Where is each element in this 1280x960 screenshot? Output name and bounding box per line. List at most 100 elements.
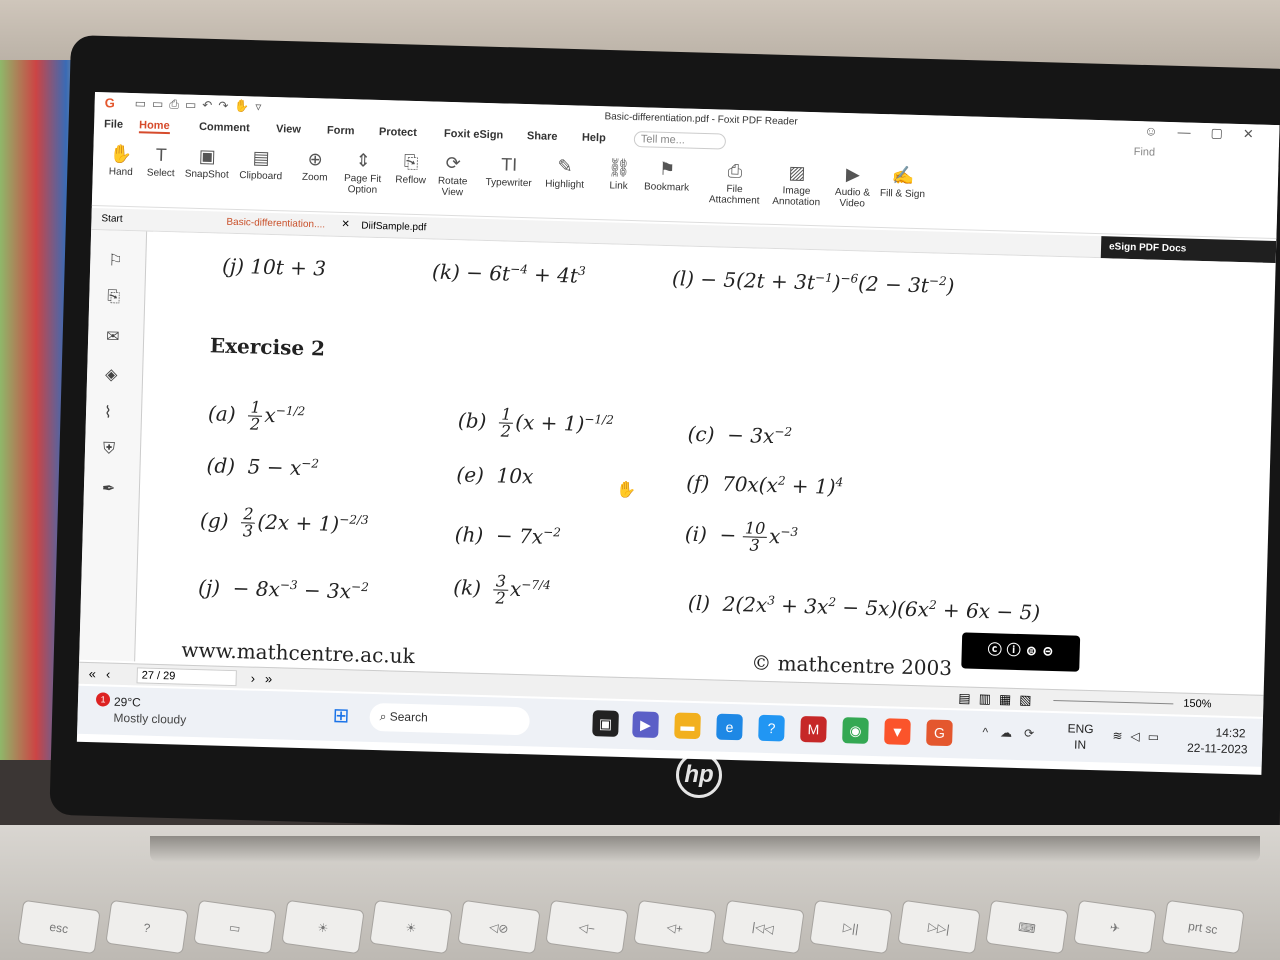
answer-c: (c) − 3x−2 [687, 421, 793, 449]
signature-panel-icon[interactable]: ✒ [102, 478, 116, 498]
link-icon: ⛓ [607, 157, 631, 178]
link-tool[interactable]: ⛓ Link [592, 154, 645, 192]
mcafee-icon[interactable]: M [800, 715, 827, 743]
select-tool[interactable]: T Select [135, 141, 188, 180]
security-panel-icon[interactable]: ⛨ [103, 440, 115, 458]
footer-copyright: © mathcentre 2003 [750, 650, 953, 681]
rotate-view-tool[interactable]: ⟳ Rotate View [426, 149, 479, 198]
comments-panel-icon[interactable]: ✉ [106, 326, 120, 346]
attachment-icon: ⎙ [727, 160, 743, 182]
attachments-panel-icon[interactable]: ⌇ [104, 402, 112, 422]
view-mode-icons[interactable]: ▤▥▦▧ [958, 690, 1040, 708]
nav-first-prev-icons[interactable]: «‹ [89, 666, 121, 682]
zoom-icon: ⊕ [307, 148, 324, 170]
tab-start[interactable]: Start [101, 213, 122, 225]
laptop-hinge [150, 836, 1260, 862]
file-attachment-tool[interactable]: ⎙ File Attachment [708, 157, 761, 207]
clock-time[interactable]: 14:32 [1215, 726, 1245, 741]
weather-badge: 1 [95, 692, 111, 707]
foxit-logo-icon: G [104, 95, 116, 111]
find-input[interactable]: Find [1134, 146, 1156, 159]
zoom-tool[interactable]: ⊕ Zoom [289, 145, 342, 184]
window-title: Basic-differentiation.pdf - Foxit PDF Re… [604, 111, 798, 128]
quick-access-icons[interactable]: ▭▭⎙▭↶↷✋▿ [134, 96, 268, 115]
answer-a: (a) 1 2 x−1/2 [207, 397, 306, 434]
page-number-field[interactable]: 27 / 29 [136, 667, 237, 687]
menu-home[interactable]: Home [138, 119, 170, 135]
footer-website: www.mathcentre.ac.uk [181, 637, 416, 669]
zoom-level[interactable]: 150% [1183, 698, 1211, 711]
answer-k: (k) 3 2 x−7/4 [452, 571, 551, 608]
pdf-page: (j) 10t + 3 (k) − 6t−4 + 4t3 (l) − 5(2t … [141, 231, 1263, 695]
answer-l: (l) 2(2x3 + 3x2 − 5x)(6x2 + 6x − 5) [687, 590, 1041, 625]
highlight-tool[interactable]: ✎ Highlight [538, 152, 591, 191]
prev-answer-j: (j) 10t + 3 [221, 253, 327, 281]
pen-icon: ✍ [891, 165, 915, 186]
tray-icons[interactable]: ^☁⟳ [982, 725, 1046, 741]
fill-sign-tool[interactable]: ✍ Fill & Sign [876, 162, 929, 200]
menu-protect[interactable]: Protect [379, 126, 417, 139]
image-icon: ▨ [788, 162, 806, 183]
tab-basic-differentiation[interactable]: Basic-differentiation.... [226, 217, 325, 231]
task-view-icon[interactable]: ▣ [592, 710, 619, 737]
select-text-icon: T [155, 144, 168, 166]
chrome-icon[interactable]: ◉ [842, 717, 869, 744]
menu-foxit-esign[interactable]: Foxit eSign [444, 128, 504, 142]
menu-form[interactable]: Form [327, 124, 355, 137]
tab-diifsample[interactable]: DiifSample.pdf [361, 220, 426, 233]
language-in[interactable]: IN [1074, 738, 1086, 752]
highlight-icon: ✎ [557, 155, 573, 177]
answer-f: (f) 70x(x2 + 1)4 [685, 470, 844, 499]
menu-share[interactable]: Share [527, 130, 558, 143]
prev-answer-l: (l) − 5(2t + 3t−1)−6(2 − 3t−2) [671, 266, 955, 299]
answer-j: (j) − 8x−3 − 3x−2 [197, 575, 370, 604]
answer-b: (b) 1 2 (x + 1)−1/2 [457, 404, 615, 441]
weather-temp[interactable]: 29°C [114, 695, 141, 710]
language-eng[interactable]: ENG [1067, 721, 1093, 736]
answer-d: (d) 5 − x−2 [206, 453, 320, 480]
edge-icon[interactable]: e [716, 713, 743, 741]
menu-view[interactable]: View [276, 123, 301, 136]
taskbar-search[interactable]: ⌕ Search [369, 702, 530, 736]
bookmark-icon: ⚑ [658, 158, 676, 180]
foxit-taskbar-icon[interactable]: G [926, 719, 953, 747]
close-tab-icon[interactable]: ✕ [341, 219, 350, 230]
typewriter-icon: TI [500, 154, 518, 175]
windows-start-icon[interactable]: ⊞ [332, 703, 349, 728]
audio-video-tool[interactable]: ▶ Audio & Video [826, 160, 879, 210]
rotate-icon: ⟳ [445, 152, 461, 174]
brave-icon[interactable]: ▼ [884, 718, 911, 746]
bookmark-tool[interactable]: ⚑ Bookmark [640, 155, 693, 194]
snapshot-tool[interactable]: ▣ SnapShot [181, 142, 234, 181]
weather-condition[interactable]: Mostly cloudy [113, 711, 186, 727]
answer-e: (e) 10x [456, 462, 534, 489]
menu-file[interactable]: File [104, 118, 123, 131]
file-explorer-icon[interactable]: ▬ [674, 712, 701, 740]
prev-answer-k: (k) − 6t−4 + 4t3 [431, 259, 586, 288]
clock-date[interactable]: 22-11-2023 [1187, 741, 1248, 757]
zoom-slider[interactable] [1053, 699, 1174, 705]
layers-panel-icon[interactable]: ◈ [105, 364, 118, 384]
tell-me-input[interactable]: Tell me... [633, 131, 727, 150]
clipboard-tool[interactable]: ▤ Clipboard [235, 144, 288, 182]
bookmark-panel-icon[interactable]: ⚐ [108, 250, 123, 270]
menu-comment[interactable]: Comment [199, 121, 250, 134]
pages-panel-icon[interactable]: ⎘ [107, 288, 120, 306]
wifi-volume-battery-icons[interactable]: ≋◁▭ [1112, 729, 1167, 745]
image-annotation-tool[interactable]: ▨ Image Annotation [770, 159, 823, 208]
laptop-screen: G ▭▭⎙▭↶↷✋▿ Basic-differentiation.pdf - F… [76, 92, 1280, 775]
menu-help[interactable]: Help [582, 132, 606, 145]
navigation-panel: ⚐ ⎘ ✉ ◈ ⌇ ⛨ ✒ [79, 229, 148, 662]
answer-i: (i) − 10 3 x−3 [684, 518, 799, 555]
creative-commons-logo: ⓒ ⓘ ⊜ ⊝ [961, 632, 1081, 672]
answer-h: (h) − 7x−2 [454, 522, 562, 549]
teams-icon[interactable]: ▶ [632, 711, 659, 738]
help-icon[interactable]: ? [758, 714, 785, 742]
snapshot-icon: ▣ [198, 145, 217, 167]
hand-cursor-icon: ✋ [615, 479, 637, 500]
typewriter-tool[interactable]: TI Typewriter [482, 151, 535, 189]
window-controls[interactable]: ☺—▢✕ [1144, 123, 1274, 143]
exercise-heading: Exercise 2 [209, 333, 326, 361]
page-fit-tool[interactable]: ⇕ Page Fit Option [336, 147, 389, 196]
nav-next-last-icons[interactable]: ›» [250, 671, 282, 687]
